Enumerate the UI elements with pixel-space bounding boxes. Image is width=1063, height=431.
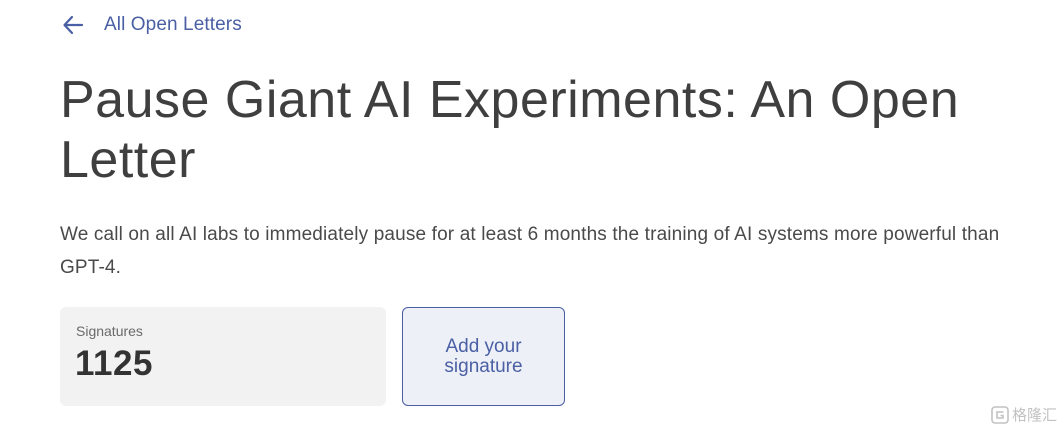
signature-count-label: Signatures	[76, 323, 143, 339]
page-title: Pause Giant AI Experiments: An Open Lett…	[60, 71, 960, 189]
add-signature-button[interactable]: Add your signature	[402, 307, 565, 406]
back-link-label: All Open Letters	[104, 14, 242, 35]
signature-count-value: 1125	[75, 344, 153, 383]
arrow-left-icon	[63, 15, 84, 35]
watermark: 格隆汇	[991, 404, 1057, 425]
letter-summary: We call on all AI labs to immediately pa…	[60, 224, 1000, 278]
watermark-text: 格隆汇	[1011, 407, 1057, 424]
glh-logo-icon	[991, 405, 1009, 424]
signature-count-card: Signatures 1125	[60, 307, 386, 406]
page: All Open Letters Pause Giant AI Experime…	[0, 0, 1063, 431]
back-link[interactable]: All Open Letters	[62, 14, 242, 36]
